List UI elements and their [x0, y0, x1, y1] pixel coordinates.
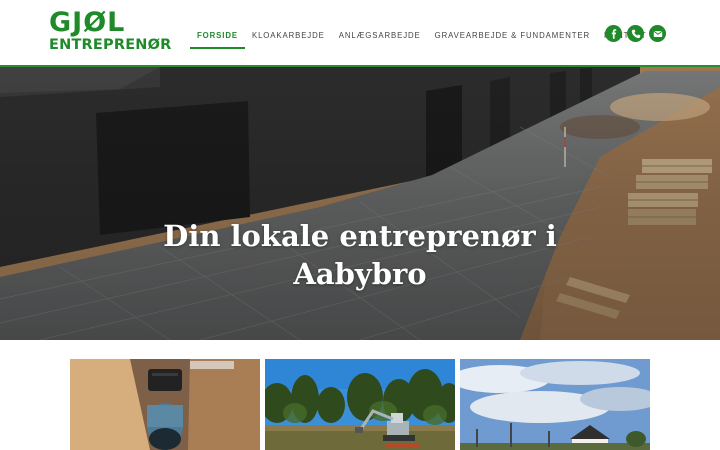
phone-icon[interactable] [627, 25, 644, 42]
nav-item-anlaegsarbejde[interactable]: ANLÆGSARBEJDE [332, 27, 428, 49]
facebook-icon[interactable] [605, 25, 622, 42]
nav-item-kloakarbejde[interactable]: KLOAKARBEJDE [245, 27, 332, 49]
site-logo[interactable]: GJØL ENTREPRENØR [49, 7, 172, 54]
sky-house-photo [460, 359, 650, 450]
sewer-pipe-trench-photo [70, 359, 260, 450]
hero-banner: Din lokale entreprenør i Aabybro [0, 67, 720, 340]
card-sewer[interactable] [70, 359, 260, 450]
service-cards [70, 359, 650, 450]
excavator-forest-photo [265, 359, 455, 450]
hero-photo [0, 67, 720, 340]
logo-line1: GJØL [49, 7, 126, 38]
site-header: GJØL ENTREPRENØR FORSIDE KLOAKARBEJDE AN… [0, 0, 720, 67]
mail-icon[interactable] [649, 25, 666, 42]
main-nav: FORSIDE KLOAKARBEJDE ANLÆGSARBEJDE GRAVE… [190, 27, 654, 49]
nav-item-gravearbejde[interactable]: GRAVEARBEJDE & FUNDAMENTER [428, 27, 597, 49]
card-house[interactable] [460, 359, 650, 450]
hero-title: Din lokale entreprenør i Aabybro [0, 217, 720, 293]
hero-title-line2: Aabybro [293, 257, 427, 291]
logo-line2: ENTREPRENØR [49, 37, 172, 53]
hero-title-line1: Din lokale entreprenør i [163, 219, 557, 253]
social-links [605, 25, 666, 42]
nav-item-forside[interactable]: FORSIDE [190, 27, 245, 49]
card-excavator[interactable] [265, 359, 455, 450]
